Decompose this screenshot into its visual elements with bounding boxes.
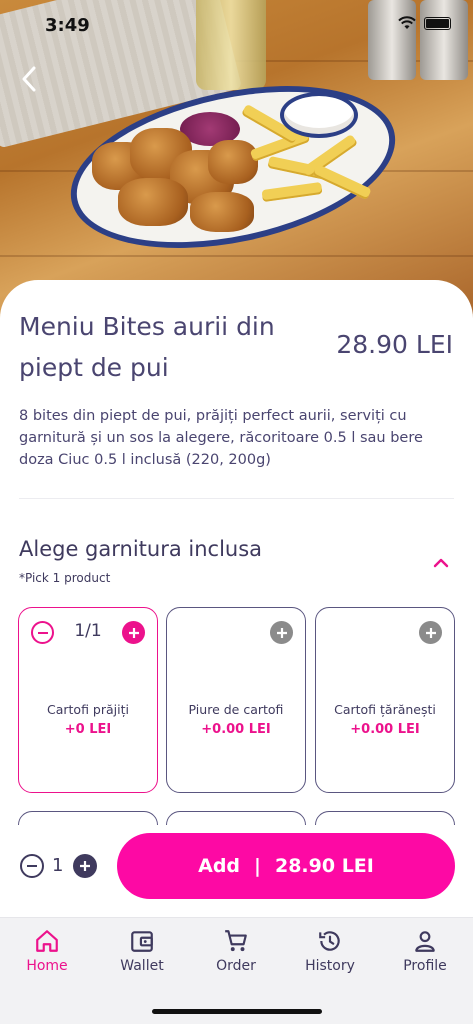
- salt-shaker: [368, 0, 416, 80]
- option-price: +0.00 LEI: [201, 722, 271, 737]
- wallet-icon: [131, 931, 153, 952]
- option-card-cartofi-prajiti[interactable]: 1/1 Cartofi prăjiți +0 LEI: [18, 607, 158, 793]
- option-name: Piure de cartofi: [188, 702, 284, 717]
- table-plank: [0, 255, 473, 257]
- tab-profile[interactable]: Profile: [385, 928, 465, 974]
- product-photo: [0, 0, 473, 320]
- option-name: Cartofi țărănești: [334, 702, 436, 717]
- cart-icon: [225, 930, 247, 952]
- tab-wallet[interactable]: Wallet: [102, 928, 182, 974]
- chicken-bite: [208, 140, 258, 184]
- profile-icon: [415, 931, 435, 952]
- plus-icon: [276, 627, 287, 638]
- option-card[interactable]: [315, 811, 455, 825]
- product-title: Meniu Bites aurii din piept de pui: [19, 312, 275, 382]
- chicken-bite: [190, 192, 254, 232]
- product-description: 8 bites din piept de pui, prăjiți perfec…: [19, 408, 423, 468]
- pepper-shaker: [420, 0, 468, 80]
- option-card-piure-de-cartofi[interactable]: Piure de cartofi +0.00 LEI: [166, 607, 306, 793]
- option-price: +0 LEI: [64, 722, 112, 737]
- add-total: 28.90 LEI: [274, 855, 374, 877]
- wifi-icon: [398, 16, 416, 29]
- garnish-options: 1/1 Cartofi prăjiți +0 LEI Piure de cart…: [18, 607, 455, 825]
- status-time: 3:49: [45, 15, 90, 36]
- plus-icon: [80, 861, 90, 871]
- tab-label: Wallet: [120, 958, 164, 974]
- option-price: +0.00 LEI: [350, 722, 420, 737]
- status-icons: [398, 16, 451, 30]
- home-icon: [36, 930, 58, 952]
- home-indicator: [152, 1009, 322, 1014]
- battery-icon: [424, 16, 451, 30]
- decrease-quantity-button[interactable]: [20, 854, 44, 878]
- history-icon: [319, 931, 340, 951]
- add-to-cart-button[interactable]: Add | 28.90 LEI: [117, 833, 455, 899]
- option-card[interactable]: [18, 811, 158, 825]
- add-label: Add: [198, 855, 241, 877]
- add-option-button[interactable]: [270, 621, 293, 644]
- option-card-cartofi-taranesti[interactable]: Cartofi țărănești +0.00 LEI: [315, 607, 455, 793]
- add-option-button[interactable]: [419, 621, 442, 644]
- tab-home[interactable]: Home: [7, 928, 87, 974]
- garnish-section-subtitle: *Pick 1 product: [19, 571, 111, 585]
- product-price: 28.90 LEI: [336, 330, 453, 359]
- minus-icon: [27, 865, 37, 867]
- chevron-up-icon: [433, 558, 449, 568]
- add-separator: |: [254, 855, 261, 877]
- tab-label: History: [305, 958, 355, 974]
- garnish-section-title: Alege garnitura inclusa: [19, 537, 263, 561]
- collapse-section-button[interactable]: [431, 553, 451, 573]
- oil-bottle: [196, 0, 266, 90]
- sauce-cup: [280, 92, 358, 138]
- tab-label: Profile: [403, 958, 447, 974]
- quantity-value: 1: [52, 855, 64, 876]
- tab-label: Home: [26, 958, 68, 974]
- back-button[interactable]: [14, 62, 44, 96]
- chicken-bite: [118, 178, 188, 226]
- plus-icon: [425, 627, 436, 638]
- option-card[interactable]: [166, 811, 306, 825]
- divider: [19, 498, 454, 499]
- increase-option-button[interactable]: [122, 621, 145, 644]
- chevron-left-icon: [22, 66, 36, 92]
- bottom-tab-bar: Home Wallet Order History Profile: [0, 917, 473, 1024]
- tab-order[interactable]: Order: [196, 928, 276, 974]
- tab-label: Order: [216, 958, 256, 974]
- increase-quantity-button[interactable]: [73, 854, 97, 878]
- tab-history[interactable]: History: [290, 928, 370, 974]
- option-name: Cartofi prăjiți: [47, 702, 129, 717]
- plus-icon: [128, 627, 139, 638]
